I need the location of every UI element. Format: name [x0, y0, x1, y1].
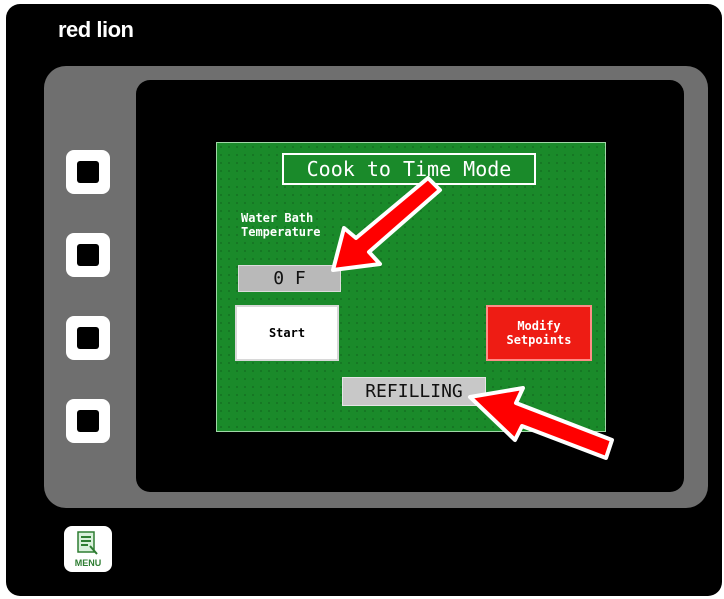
temperature-label-line1: Water Bath [241, 211, 314, 225]
brand-logo: red lion [58, 17, 134, 42]
start-button[interactable]: Start [235, 305, 339, 361]
modify-setpoints-button[interactable]: Modify Setpoints [486, 305, 592, 361]
modify-label-line1: Modify [517, 319, 561, 333]
side-key-1-icon[interactable] [66, 150, 110, 194]
temperature-value: 0 F [238, 265, 341, 292]
temperature-label: Water Bath Temperature [241, 211, 320, 239]
temperature-label-line2: Temperature [241, 225, 321, 239]
modify-label-line2: Setpoints [506, 333, 572, 347]
side-key-4-icon[interactable] [66, 399, 110, 443]
menu-icon [77, 531, 98, 555]
side-key-2-icon[interactable] [66, 233, 110, 277]
side-key-3-icon[interactable] [66, 316, 110, 360]
mode-title: Cook to Time Mode [282, 153, 536, 185]
status-indicator: REFILLING [342, 377, 486, 406]
menu-label: MENU [74, 558, 102, 568]
